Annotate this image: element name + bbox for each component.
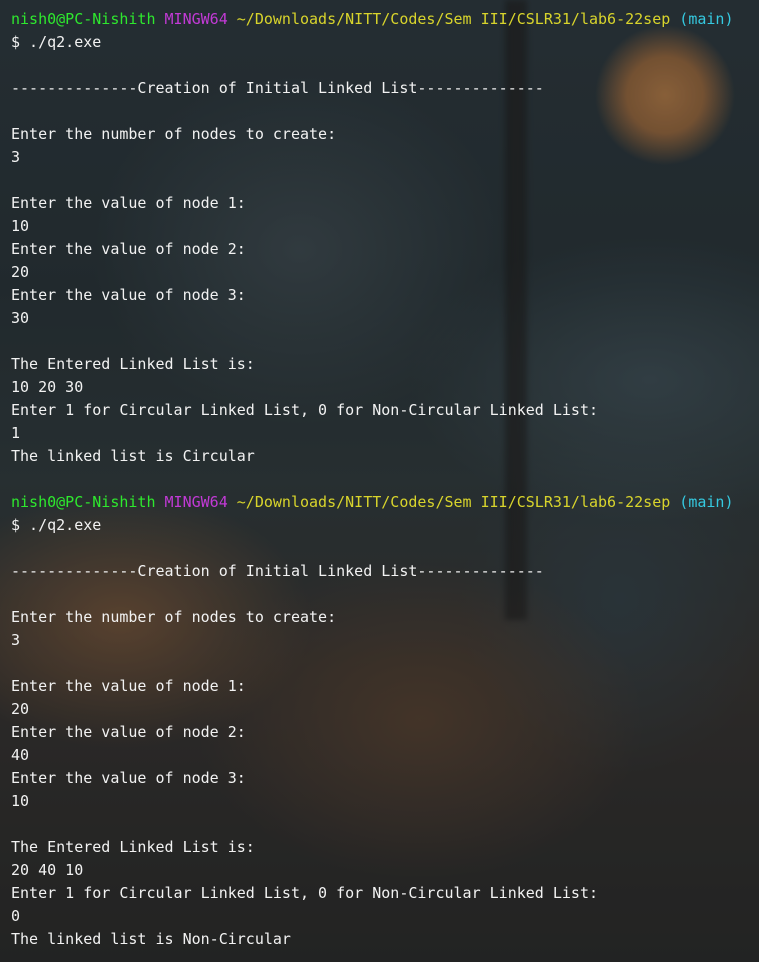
prompt-branch: (main) xyxy=(679,10,734,28)
list-values: 10 20 30 xyxy=(11,378,84,396)
prompt-branch: (main) xyxy=(679,493,734,511)
prompt-user-host: nish0@PC-Nishith xyxy=(11,10,156,28)
nodes-prompt: Enter the number of nodes to create: xyxy=(11,608,337,626)
result-line: The linked list is Non-Circular xyxy=(11,930,291,948)
list-values: 20 40 10 xyxy=(11,861,84,879)
prompt-system: MINGW64 xyxy=(164,493,228,511)
nodes-input: 3 xyxy=(11,631,21,649)
list-label: The Entered Linked List is: xyxy=(11,838,255,856)
node-input: 20 xyxy=(11,700,30,718)
node-prompt: Enter the value of node 1: xyxy=(11,677,246,695)
node-prompt: Enter the value of node 1: xyxy=(11,194,246,212)
circular-prompt: Enter 1 for Circular Linked List, 0 for … xyxy=(11,884,598,902)
command-line: $ ./q2.exe xyxy=(11,516,102,534)
section-header: --------------Creation of Initial Linked… xyxy=(11,562,544,580)
command-line: $ ./q2.exe xyxy=(11,33,102,51)
prompt-user-host: nish0@PC-Nishith xyxy=(11,493,156,511)
circular-input: 0 xyxy=(11,907,21,925)
prompt-path: ~/Downloads/NITT/Codes/Sem III/CSLR31/la… xyxy=(236,493,671,511)
nodes-prompt: Enter the number of nodes to create: xyxy=(11,125,337,143)
prompt-line: nish0@PC-Nishith MINGW64 ~/Downloads/NIT… xyxy=(11,491,733,514)
result-line: The linked list is Circular xyxy=(11,447,255,465)
prompt-system: MINGW64 xyxy=(164,10,228,28)
prompt-path: ~/Downloads/NITT/Codes/Sem III/CSLR31/la… xyxy=(236,10,671,28)
circular-input: 1 xyxy=(11,424,21,442)
nodes-input: 3 xyxy=(11,148,21,166)
terminal-output: nish0@PC-Nishith MINGW64 ~/Downloads/NIT… xyxy=(11,8,733,951)
node-prompt: Enter the value of node 3: xyxy=(11,769,246,787)
prompt-line: nish0@PC-Nishith MINGW64 ~/Downloads/NIT… xyxy=(11,8,733,31)
node-input: 20 xyxy=(11,263,30,281)
terminal-window[interactable]: nish0@PC-Nishith MINGW64 ~/Downloads/NIT… xyxy=(0,0,759,962)
node-prompt: Enter the value of node 3: xyxy=(11,286,246,304)
section-header: --------------Creation of Initial Linked… xyxy=(11,79,544,97)
circular-prompt: Enter 1 for Circular Linked List, 0 for … xyxy=(11,401,598,419)
node-input: 10 xyxy=(11,217,30,235)
list-label: The Entered Linked List is: xyxy=(11,355,255,373)
node-input: 10 xyxy=(11,792,30,810)
node-input: 40 xyxy=(11,746,30,764)
node-prompt: Enter the value of node 2: xyxy=(11,240,246,258)
node-prompt: Enter the value of node 2: xyxy=(11,723,246,741)
node-input: 30 xyxy=(11,309,30,327)
